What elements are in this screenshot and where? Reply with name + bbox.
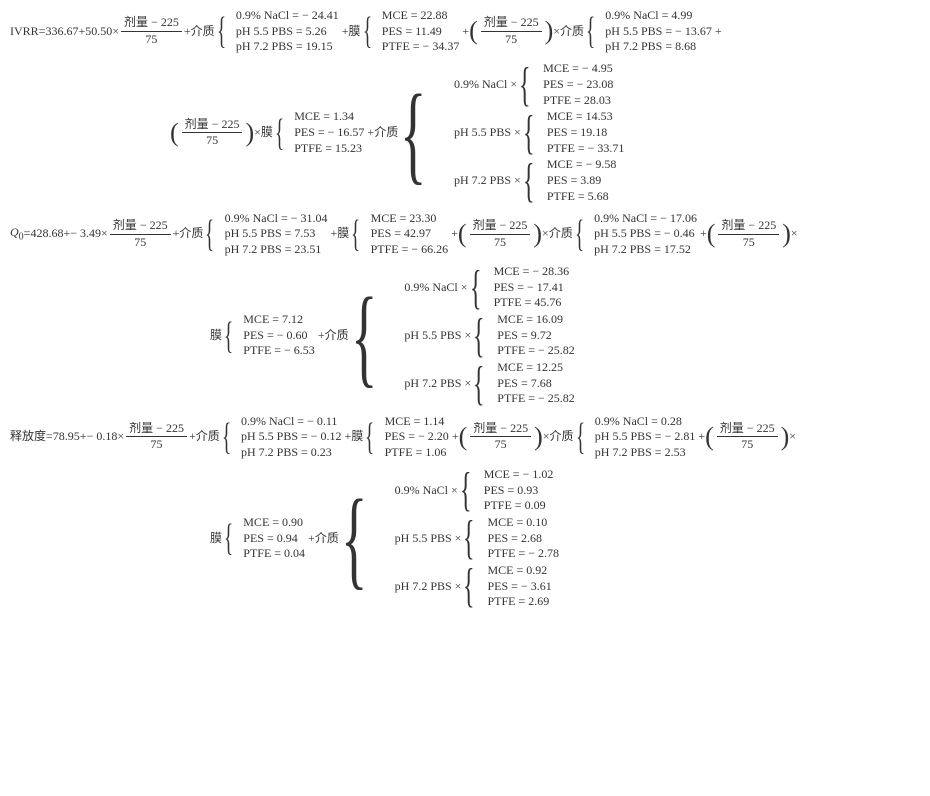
ivrr-memb-brace: { MCE = 22.88 PES = 11.49 PTFE = − 34.37	[363, 8, 461, 55]
q0-line1: Q0 = 428.68 + − 3.49 × 剂量 − 225 75 + 介质 …	[10, 211, 920, 258]
release-line1: 释放度 = 78.95 + − 0.18 × 剂量 − 225 75 + 介质 …	[10, 414, 920, 461]
q0-line2: 膜 { MCE = 7.12 PES = − 0.60 PTFE = − 6.5…	[210, 264, 920, 408]
membrane-label: 膜	[349, 24, 361, 40]
ivrr-label: IVRR	[10, 24, 39, 40]
ivrr-c0: 336.67	[45, 24, 78, 40]
dose-fraction: 剂量 − 225 75	[121, 15, 182, 47]
eq: =	[39, 24, 46, 40]
release-label: 释放度	[10, 429, 46, 445]
ivrr-cross-outer: { 0.9% NaCl × { MCE = − 4.95 PES = − 23.…	[400, 61, 628, 205]
ivrr-dmemb-brace: { MCE = 1.34 PES = − 16.57 PTFE = 15.23	[275, 109, 365, 156]
ivrr-line2: 剂量 − 225 75 × 膜 { MCE = 1.34 PES = − 16.…	[170, 61, 920, 205]
medium-label: 介质	[191, 24, 215, 40]
release-line2: 膜 { MCE = 0.90 PES = 0.94 PTFE = 0.04 + …	[210, 466, 920, 610]
ivrr-line1: IVRR = 336.67 + 50.50 × 剂量 − 225 75 + 介质…	[10, 8, 920, 55]
ivrr-dm-brace: { 0.9% NaCl = 4.99 pH 5.5 PBS = − 13.67 …	[586, 8, 713, 55]
ivrr-c1: 50.50	[85, 24, 112, 40]
dose-paren: 剂量 − 225 75	[469, 14, 553, 48]
ivrr-medium-brace: { 0.9% NaCl = − 24.41 pH 5.5 PBS = 5.26 …	[217, 8, 340, 55]
q0-label: Q0	[10, 225, 24, 243]
